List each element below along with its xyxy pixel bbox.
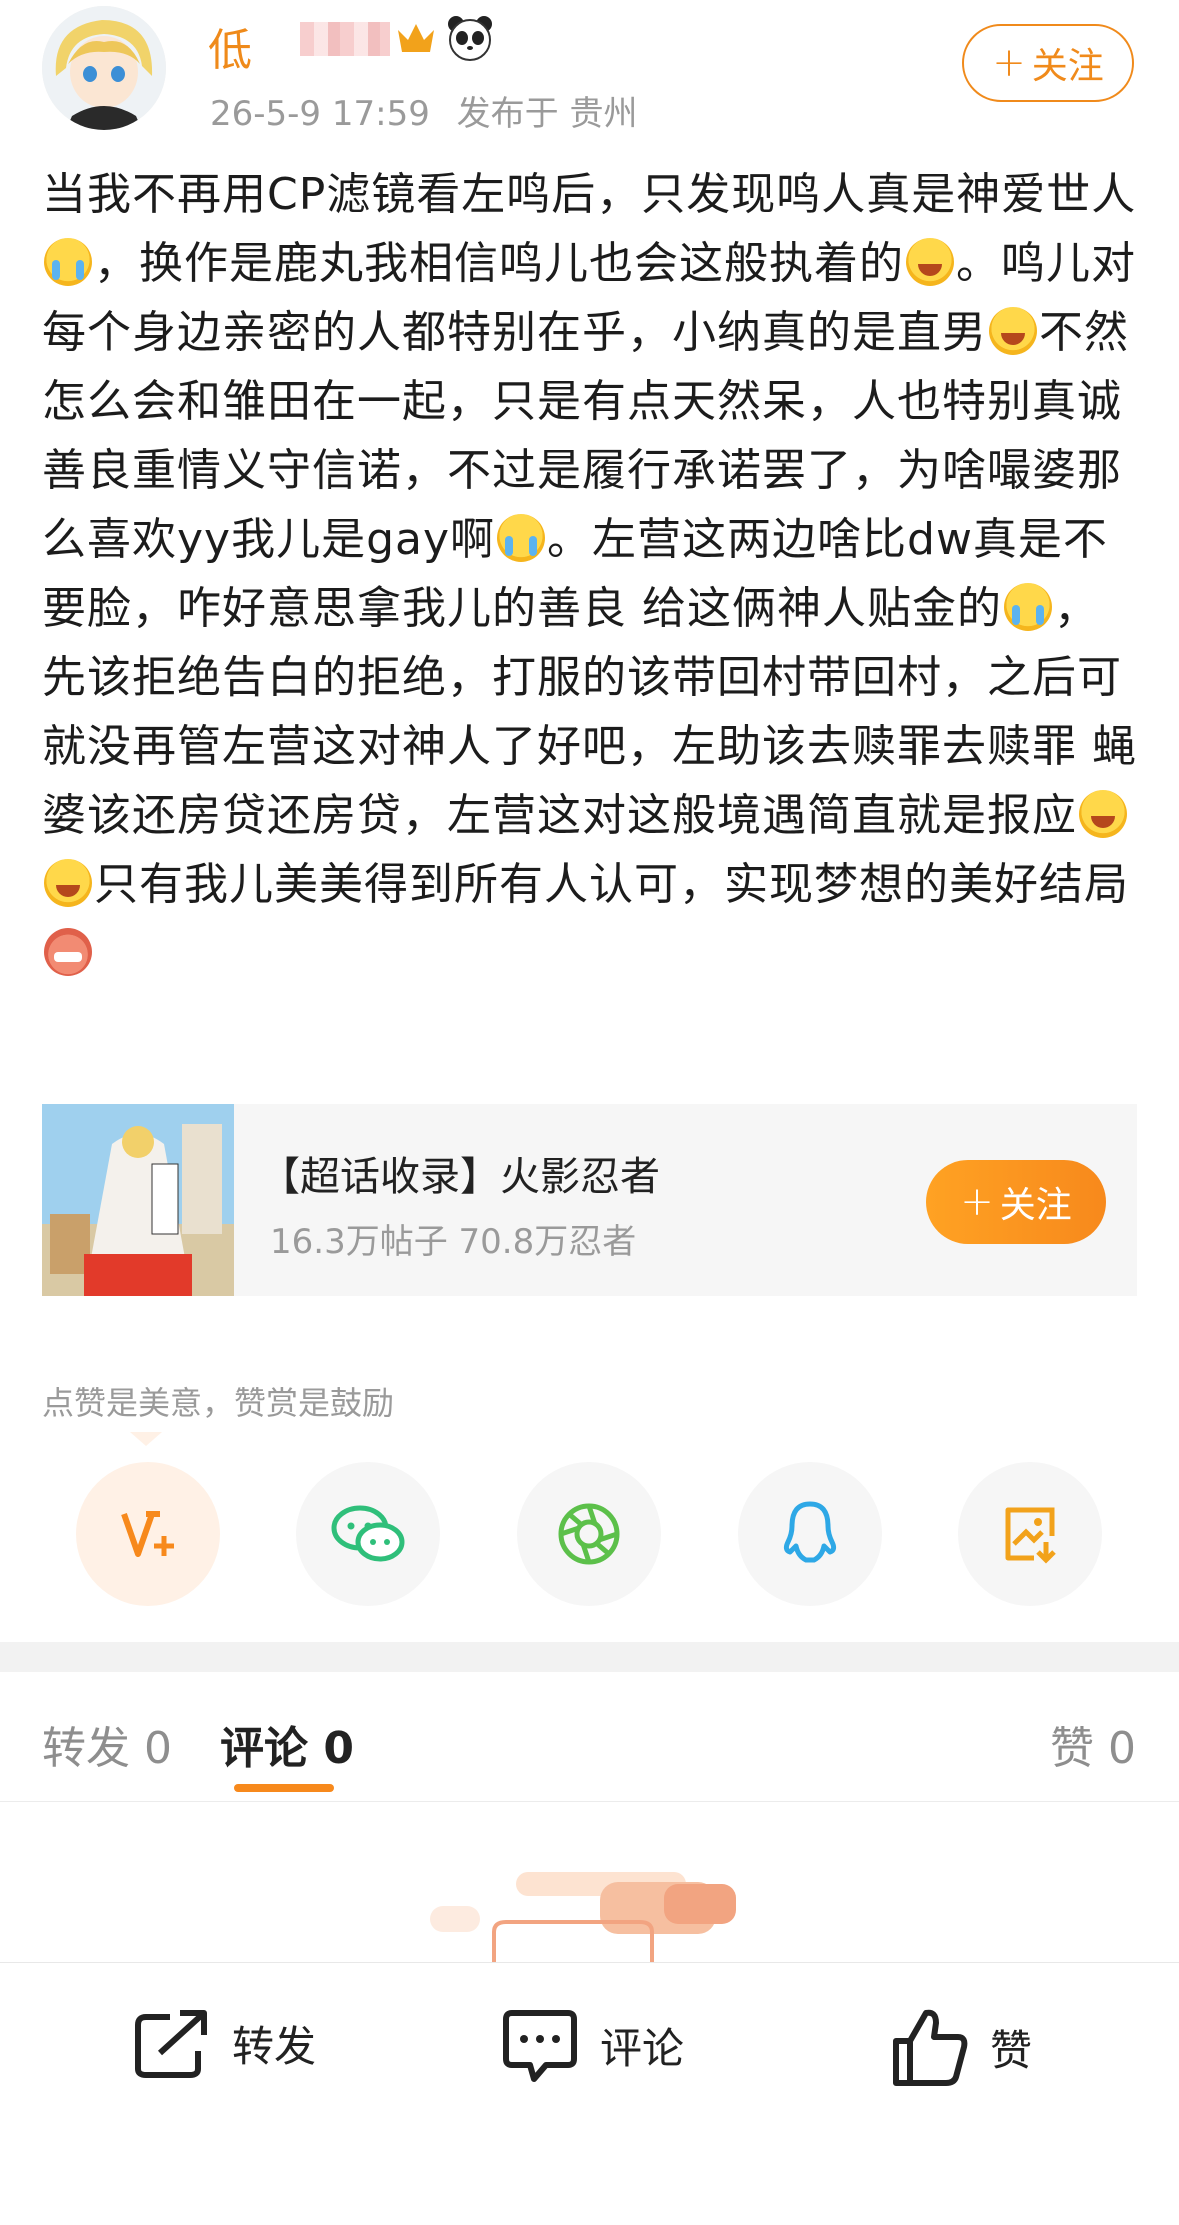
reward-hint: 点赞是美意，赞赏是鼓励: [42, 1384, 395, 1422]
interaction-tabs: 转发 0 评论 0 赞 0: [0, 1672, 1179, 1802]
active-tab-indicator: [234, 1784, 334, 1792]
super-topic-card[interactable]: 【超话收录】火影忍者 16.3万帖子 70.8万忍者 + 关注: [42, 1104, 1137, 1296]
like-label: 赞: [990, 2025, 1033, 2075]
tab-repost[interactable]: 转发 0: [42, 1712, 172, 1776]
laugh-cry-emoji-icon: [906, 238, 954, 286]
crying-emoji-icon: [1003, 583, 1052, 631]
panda-badge-icon: [446, 14, 494, 62]
reward-button[interactable]: [76, 1462, 220, 1606]
laugh-cry-emoji-icon: [1079, 790, 1127, 838]
laugh-cry-emoji-icon: [989, 307, 1037, 355]
follow-label: 关注: [1031, 46, 1104, 87]
save-image-icon: [1005, 1507, 1056, 1564]
repost-label: 转发: [232, 2021, 317, 2071]
crying-emoji-icon: [44, 238, 92, 286]
post-timestamp: 26-5-9 17:59: [210, 94, 430, 134]
thumbs-up-icon: [893, 2009, 968, 2086]
repost-button[interactable]: 转发: [134, 2007, 316, 2079]
tab-comment[interactable]: 评论 0: [220, 1712, 354, 1776]
grin-emoji-icon: [44, 928, 92, 976]
tab-like[interactable]: 赞 0: [1050, 1712, 1136, 1776]
share-wechat-button[interactable]: [296, 1462, 440, 1606]
topic-title[interactable]: 【超话收录】火影忍者: [260, 1144, 660, 1202]
post-text-segment: ，换作是鹿丸我相信鸣儿也会这般执着的: [94, 238, 904, 289]
post-text-segment: 只有我儿美美得到所有人认可，实现梦想的美好结局: [94, 859, 1129, 910]
comment-button[interactable]: 评论: [502, 2007, 684, 2083]
reward-icon: [121, 1511, 174, 1557]
laughing-emoji-icon: [44, 859, 92, 907]
section-divider: [0, 1642, 1179, 1672]
comment-bubble-icon: [503, 2010, 577, 2082]
topic-thumbnail: [42, 1104, 234, 1296]
comment-label: 评论: [600, 2023, 685, 2073]
wechat-icon: [331, 1505, 405, 1562]
share-qq-button[interactable]: [738, 1462, 882, 1606]
topic-follow-button[interactable]: + 关注: [926, 1160, 1106, 1244]
like-button[interactable]: 赞: [892, 2007, 1032, 2087]
crown-badge-icon: [396, 20, 436, 66]
post-body: 当我不再用CP滤镜看左鸣后，只发现鸣人真是神爱世人 ，换作是鹿丸我相信鸣儿也会这般…: [42, 160, 1142, 988]
share-row: [0, 1462, 1179, 1608]
username-redaction: [300, 22, 390, 56]
bottom-action-bar: 转发 评论 赞: [0, 1962, 1179, 2225]
moments-icon: [558, 1503, 620, 1565]
follow-button[interactable]: + 关注: [962, 24, 1134, 102]
shy-emoji-icon: [497, 514, 546, 562]
post-location: 发布于 贵州: [456, 94, 638, 134]
plus-icon: +: [960, 1179, 994, 1225]
empty-comments-illustration: [430, 1862, 760, 1962]
topic-stats: 16.3万帖子 70.8万忍者: [270, 1222, 637, 1262]
plus-icon: +: [992, 40, 1026, 86]
share-arrow-icon: [135, 2010, 207, 2078]
post-text-segment: 当我不再用CP滤镜看左鸣后，只发现鸣人真是神爱世人: [42, 169, 1137, 220]
save-image-button[interactable]: [958, 1462, 1102, 1606]
post-header: 低 26-5-9 17:59 发布于 贵州 + 关注: [0, 0, 1179, 150]
username[interactable]: 低: [208, 14, 252, 78]
topic-follow-label: 关注: [999, 1185, 1072, 1226]
share-moments-button[interactable]: [517, 1462, 661, 1606]
user-avatar[interactable]: [42, 6, 166, 130]
qq-icon: [783, 1501, 837, 1563]
reward-pointer: [130, 1432, 162, 1446]
post-meta: 26-5-9 17:59 发布于 贵州: [210, 86, 653, 135]
